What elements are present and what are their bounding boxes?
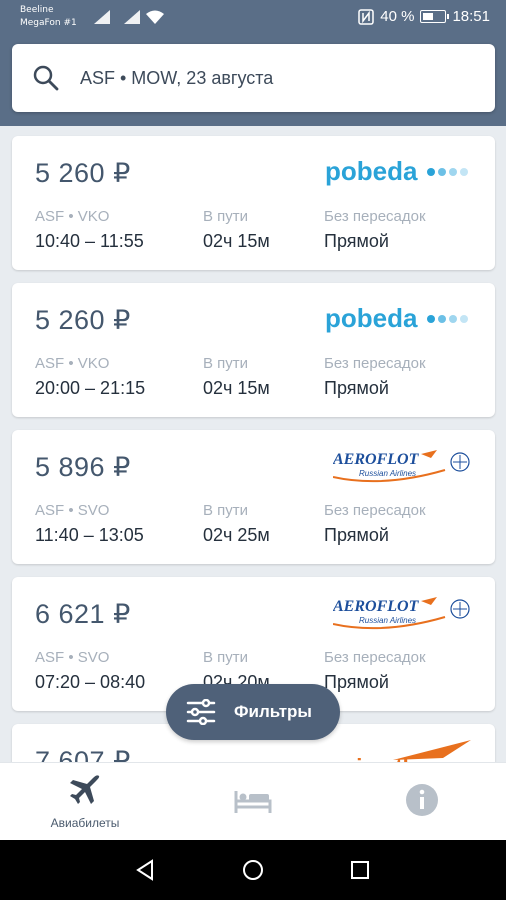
battery-percent: 40 %: [380, 8, 415, 25]
route-code: ASF • VKO: [35, 355, 110, 372]
flight-times: 11:40 – 13:05: [35, 525, 144, 545]
carrier-1: Beeline: [20, 5, 54, 15]
bottom-navigation: Авиабилеты: [0, 762, 506, 840]
flight-price: 5 896 ₽: [35, 452, 131, 482]
recents-icon[interactable]: [350, 860, 370, 880]
airplane-icon: [70, 775, 100, 804]
battery-icon: [420, 10, 450, 23]
flight-card[interactable]: 5 260 ₽ pobeda ASF • VKO 10:40 – 11:55 В…: [12, 136, 495, 270]
svg-text:pobeda: pobeda: [325, 156, 418, 186]
nfc-icon: [358, 8, 374, 25]
search-icon: [33, 65, 59, 91]
tab-flights[interactable]: Авиабилеты: [25, 773, 145, 830]
flight-price: 6 621 ₽: [35, 599, 131, 629]
carrier-2: MegaFon #1: [20, 18, 77, 28]
system-navigation-bar: [0, 840, 506, 900]
stops-column: Без пересадок Прямой: [324, 502, 426, 546]
duration-column: В пути 02ч 15м: [203, 208, 270, 252]
flight-times: 20:00 – 21:15: [35, 378, 146, 398]
duration-column: В пути 02ч 15м: [203, 355, 270, 399]
signal-icon: [124, 10, 140, 24]
duration-label: В пути: [203, 649, 249, 666]
duration-label: В пути: [203, 208, 249, 225]
route-code: ASF • SVO: [35, 502, 110, 519]
stops-label: Без пересадок: [324, 355, 426, 372]
duration-value: 02ч 15м: [203, 378, 270, 398]
stops-label: Без пересадок: [324, 502, 426, 519]
stops-label: Без пересадок: [324, 208, 426, 225]
wifi-icon: [146, 10, 164, 24]
stops-value: Прямой: [324, 525, 389, 545]
pobeda-logo: pobeda: [325, 303, 475, 340]
clock: 18:51: [452, 8, 490, 25]
stops-column: Без пересадок Прямой: [324, 355, 426, 399]
stops-value: Прямой: [324, 672, 389, 692]
stops-value: Прямой: [324, 231, 389, 251]
stops-column: Без пересадок Прямой: [324, 208, 426, 252]
tab-info[interactable]: [362, 773, 482, 822]
duration-column: В пути 02ч 25м: [203, 502, 270, 546]
duration-value: 02ч 25м: [203, 525, 270, 545]
sliders-icon: [186, 699, 216, 725]
svg-text:AEROFLOT: AEROFLOT: [333, 598, 420, 615]
filters-button[interactable]: Фильтры: [166, 684, 340, 740]
svg-text:Russian Airlines: Russian Airlines: [359, 616, 416, 625]
search-query: ASF • MOW, 23 августа: [80, 67, 274, 88]
route-column: ASF • SVO 11:40 – 13:05: [35, 502, 144, 546]
bed-icon: [234, 791, 272, 813]
aeroflot-logo: AEROFLOT Russian Airlines: [332, 446, 473, 491]
info-icon: [406, 784, 438, 816]
route-code: ASF • VKO: [35, 208, 110, 225]
back-icon[interactable]: [134, 859, 156, 881]
stops-value: Прямой: [324, 378, 389, 398]
duration-label: В пути: [203, 502, 249, 519]
route-column: ASF • VKO 10:40 – 11:55: [35, 208, 144, 252]
duration-value: 02ч 15м: [203, 231, 270, 251]
flight-price: 5 260 ₽: [35, 158, 131, 188]
home-icon[interactable]: [242, 859, 264, 881]
signal-icon: [94, 10, 110, 24]
stops-label: Без пересадок: [324, 649, 426, 666]
flight-times: 07:20 – 08:40: [35, 672, 146, 692]
flight-price: 5 260 ₽: [35, 305, 131, 335]
flight-times: 10:40 – 11:55: [35, 231, 144, 251]
route-column: ASF • VKO 20:00 – 21:15: [35, 355, 145, 399]
search-bar[interactable]: ASF • MOW, 23 августа: [12, 44, 495, 112]
route-column: ASF • SVO 07:20 – 08:40: [35, 649, 145, 693]
svg-text:Russian Airlines: Russian Airlines: [359, 469, 416, 478]
flight-card[interactable]: 5 896 ₽ AEROFLOT Russian Airlines ASF • …: [12, 430, 495, 564]
svg-text:pobeda: pobeda: [325, 303, 418, 333]
pobeda-logo: pobeda: [325, 156, 475, 193]
aeroflot-logo: AEROFLOT Russian Airlines: [332, 593, 473, 638]
stops-column: Без пересадок Прямой: [324, 649, 426, 693]
svg-text:AEROFLOT: AEROFLOT: [333, 451, 420, 468]
tab-hotels[interactable]: [193, 773, 313, 822]
route-code: ASF • SVO: [35, 649, 110, 666]
tab-flights-label: Авиабилеты: [50, 816, 120, 830]
filters-label: Фильтры: [234, 702, 312, 721]
duration-label: В пути: [203, 355, 249, 372]
status-bar: Beeline MegaFon #1 40 % 18:51: [0, 0, 506, 36]
flight-card[interactable]: 5 260 ₽ pobeda ASF • VKO 20:00 – 21:15 В…: [12, 283, 495, 417]
carrier-info: Beeline MegaFon #1: [20, 4, 77, 30]
